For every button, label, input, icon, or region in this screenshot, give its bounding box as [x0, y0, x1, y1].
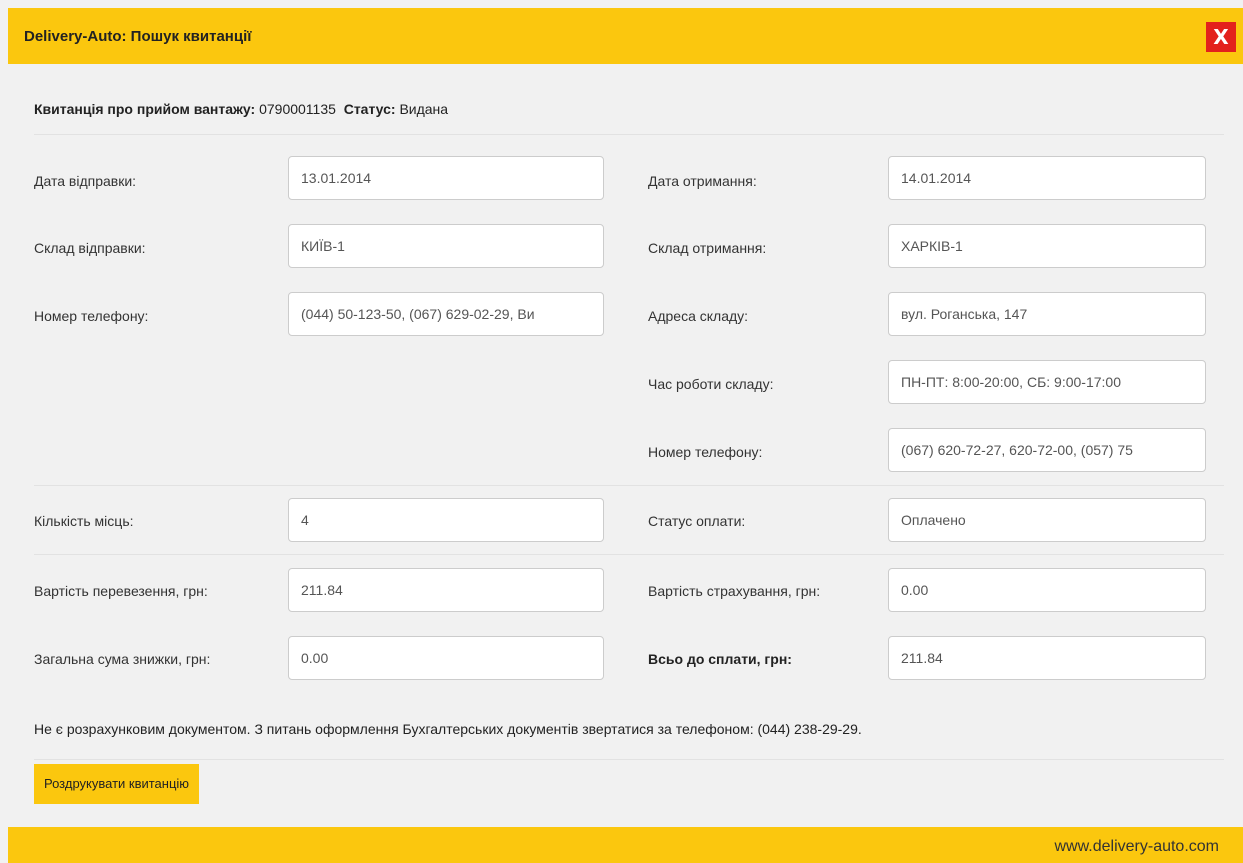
- places-label: Кількість місць:: [34, 513, 134, 529]
- receipt-summary: Квитанція про прийом вантажу: 0790001135…: [34, 101, 448, 117]
- payment-status-field[interactable]: Оплачено: [888, 498, 1206, 542]
- title-bar: Delivery-Auto: Пошук квитанції X: [8, 8, 1243, 64]
- receive-phone-field[interactable]: (067) 620-72-27, 620-72-00, (057) 75: [888, 428, 1206, 472]
- window-title: Delivery-Auto: Пошук квитанції: [24, 27, 252, 45]
- discount-label: Загальна сума знижки, грн:: [34, 651, 211, 667]
- total-label: Всьо до сплати, грн:: [648, 651, 792, 667]
- receive-date-field[interactable]: 14.01.2014: [888, 156, 1206, 200]
- places-field[interactable]: 4: [288, 498, 604, 542]
- send-date-field[interactable]: 13.01.2014: [288, 156, 604, 200]
- insurance-cost-field[interactable]: 0.00: [888, 568, 1206, 612]
- send-date-label: Дата відправки:: [34, 173, 137, 189]
- hours-label: Час роботи складу:: [648, 376, 774, 392]
- receive-warehouse-label: Склад отримання:: [648, 240, 767, 256]
- divider: [34, 759, 1224, 760]
- send-phone-label: Номер телефону:: [34, 308, 149, 324]
- footer: www.delivery-auto.com: [8, 827, 1243, 863]
- divider: [34, 554, 1224, 555]
- send-warehouse-field[interactable]: КИЇВ-1: [288, 224, 604, 268]
- divider: [34, 485, 1224, 486]
- discount-field[interactable]: 0.00: [288, 636, 604, 680]
- divider: [34, 134, 1224, 135]
- disclaimer-note: Не є розрахунковим документом. З питань …: [34, 721, 862, 737]
- print-receipt-button[interactable]: Роздрукувати квитанцію: [34, 764, 200, 804]
- send-phone-field[interactable]: (044) 50-123-50, (067) 629-02-29, Ви: [288, 292, 604, 336]
- send-warehouse-label: Склад відправки:: [34, 240, 146, 256]
- receive-warehouse-field[interactable]: ХАРКІВ-1: [888, 224, 1206, 268]
- insurance-cost-label: Вартість страхування, грн:: [648, 583, 821, 599]
- address-field[interactable]: вул. Роганська, 147: [888, 292, 1206, 336]
- close-icon: X: [1213, 25, 1229, 49]
- site-link[interactable]: www.delivery-auto.com: [1055, 838, 1220, 856]
- transport-cost-label: Вартість перевезення, грн:: [34, 583, 208, 599]
- receive-phone-label: Номер телефону:: [648, 444, 763, 460]
- receive-date-label: Дата отримання:: [648, 173, 757, 189]
- receipt-number: 0790001135: [259, 101, 336, 117]
- address-label: Адреса складу:: [648, 308, 749, 324]
- total-field[interactable]: 211.84: [888, 636, 1206, 680]
- receipt-status: Видана: [399, 101, 449, 117]
- receipt-status-label: Статус:: [343, 101, 396, 117]
- transport-cost-field[interactable]: 211.84: [288, 568, 604, 612]
- receipt-number-label: Квитанція про прийом вантажу:: [34, 101, 256, 117]
- close-button[interactable]: X: [1206, 22, 1236, 52]
- payment-status-label: Статус оплати:: [648, 513, 746, 529]
- receipt-panel: Квитанція про прийом вантажу: 0790001135…: [8, 64, 1243, 827]
- hours-field[interactable]: ПН-ПТ: 8:00-20:00, СБ: 9:00-17:00: [888, 360, 1206, 404]
